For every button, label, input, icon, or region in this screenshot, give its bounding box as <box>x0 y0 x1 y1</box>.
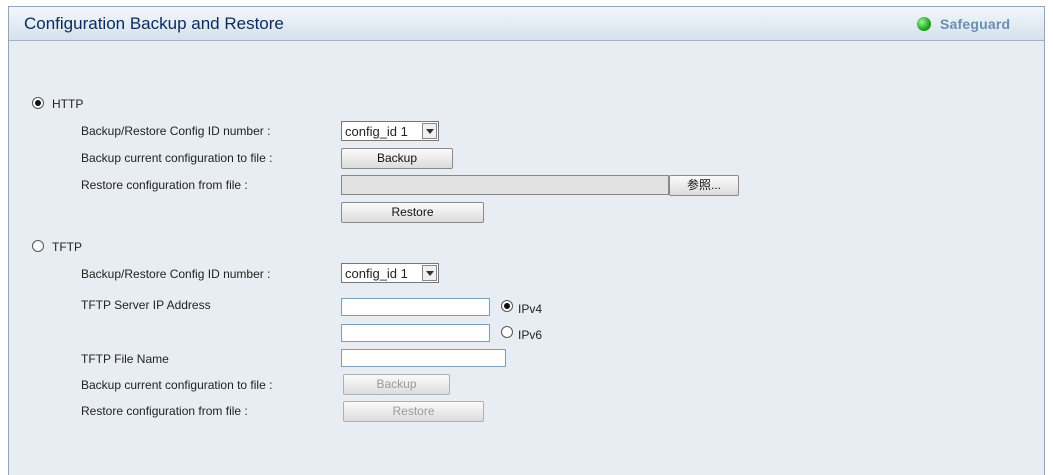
tftp-file-name-label: TFTP File Name <box>81 352 169 366</box>
tftp-radio[interactable] <box>32 240 44 252</box>
tftp-config-id-value: config_id 1 <box>345 266 408 281</box>
http-restore-file-input[interactable] <box>341 175 669 195</box>
ipv4-label: IPv4 <box>518 302 543 316</box>
ipv6-label: IPv6 <box>518 328 543 342</box>
http-restore-button[interactable]: Restore <box>341 202 484 223</box>
http-restore-label: Restore configuration from file : <box>81 178 248 192</box>
page-title: Configuration Backup and Restore <box>24 14 284 33</box>
tftp-label: TFTP <box>52 240 82 254</box>
chevron-down-icon <box>422 265 437 281</box>
http-config-id-select[interactable]: config_id 1 <box>341 121 439 141</box>
http-label: HTTP <box>52 97 84 111</box>
tftp-ipv6-address-input[interactable] <box>341 324 490 342</box>
tftp-config-id-label: Backup/Restore Config ID number : <box>81 267 271 281</box>
http-browse-button[interactable]: 参照... <box>669 175 739 196</box>
http-backup-button[interactable]: Backup <box>341 148 453 169</box>
tftp-config-id-select[interactable]: config_id 1 <box>341 263 439 283</box>
tftp-restore-label: Restore configuration from file : <box>81 404 248 418</box>
tftp-restore-button[interactable]: Restore <box>343 401 484 422</box>
tftp-ipv4-address-input[interactable] <box>341 298 490 316</box>
tftp-backup-label: Backup current configuration to file : <box>81 378 273 392</box>
safeguard-label[interactable]: Safeguard <box>940 16 1010 32</box>
tftp-file-name-input[interactable] <box>341 349 506 367</box>
http-radio[interactable] <box>32 97 44 109</box>
ipv4-radio[interactable] <box>501 300 513 312</box>
chevron-down-icon <box>422 123 437 139</box>
http-backup-label: Backup current configuration to file : <box>81 151 273 165</box>
ipv6-radio[interactable] <box>501 326 513 338</box>
http-config-id-label: Backup/Restore Config ID number : <box>81 124 271 138</box>
tftp-server-ip-label: TFTP Server IP Address <box>81 298 211 312</box>
http-config-id-value: config_id 1 <box>345 124 408 139</box>
panel-titlebar: Configuration Backup and Restore Safegua… <box>9 7 1044 41</box>
tftp-backup-button[interactable]: Backup <box>343 374 450 395</box>
safeguard-status-icon <box>917 17 931 31</box>
